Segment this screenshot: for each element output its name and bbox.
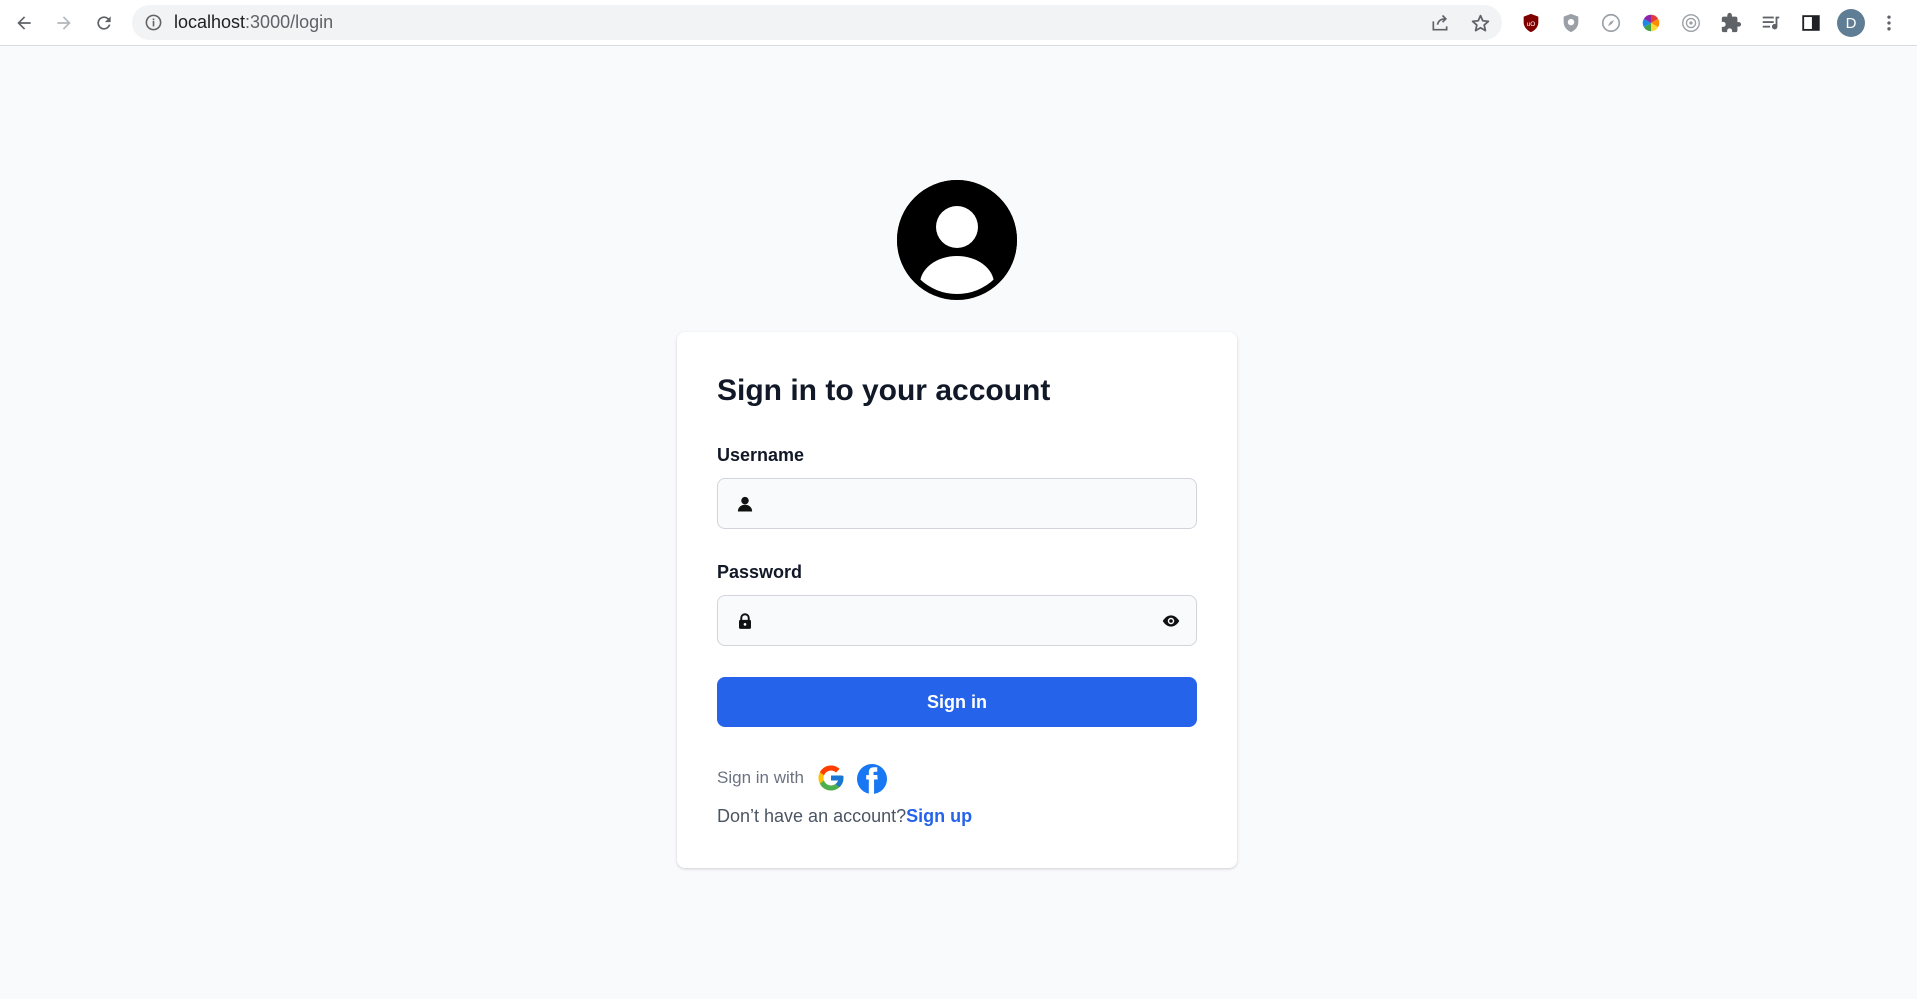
back-icon[interactable]: [9, 8, 39, 38]
eye-icon[interactable]: [1162, 612, 1180, 630]
url-host: localhost: [174, 12, 246, 32]
facebook-icon[interactable]: [856, 763, 887, 794]
shield-extension-icon[interactable]: [1558, 10, 1584, 36]
user-avatar-icon: [897, 180, 1017, 300]
browser-toolbar: localhost:3000/login uO D: [0, 0, 1917, 46]
profile-avatar[interactable]: D: [1837, 9, 1865, 37]
svg-text:uO: uO: [1527, 21, 1536, 28]
password-input[interactable]: [766, 596, 1146, 645]
forward-icon[interactable]: [49, 8, 79, 38]
compass-extension-icon[interactable]: [1598, 10, 1624, 36]
password-label: Password: [717, 562, 803, 582]
camera-extension-icon[interactable]: [1678, 10, 1704, 36]
no-account-text: Don’t have an account?: [717, 806, 907, 826]
extensions-puzzle-icon[interactable]: [1718, 10, 1744, 36]
share-icon[interactable]: [1429, 12, 1451, 34]
more-menu-icon[interactable]: [1878, 10, 1900, 36]
lock-icon: [739, 613, 751, 629]
site-info-icon[interactable]: [144, 13, 163, 32]
bookmark-star-icon[interactable]: [1469, 12, 1491, 34]
reload-icon[interactable]: [89, 8, 119, 38]
social-login-row: Sign in with: [717, 760, 898, 796]
login-card: Sign in to your account Username Passwor…: [677, 332, 1237, 868]
username-input[interactable]: [766, 479, 1146, 528]
username-label: Username: [717, 445, 805, 465]
sign-up-link[interactable]: Sign up: [906, 806, 972, 826]
color-wheel-extension-icon[interactable]: [1638, 10, 1664, 36]
password-field[interactable]: [717, 595, 1197, 646]
google-icon[interactable]: [816, 763, 846, 793]
address-bar[interactable]: localhost:3000/login: [132, 5, 1502, 40]
page-title: Sign in to your account: [717, 374, 1051, 407]
media-queue-icon[interactable]: [1758, 10, 1784, 36]
url-path: :3000/login: [245, 12, 334, 32]
signup-prompt: Don’t have an account?Sign up: [717, 806, 972, 827]
side-panel-icon[interactable]: [1798, 10, 1824, 36]
user-icon: [737, 496, 753, 512]
ublock-icon[interactable]: uO: [1518, 10, 1544, 36]
social-login-text: Sign in with: [717, 768, 804, 787]
username-field[interactable]: [717, 478, 1197, 529]
url-text: localhost:3000/login: [174, 5, 333, 40]
sign-in-button[interactable]: Sign in: [717, 677, 1197, 727]
